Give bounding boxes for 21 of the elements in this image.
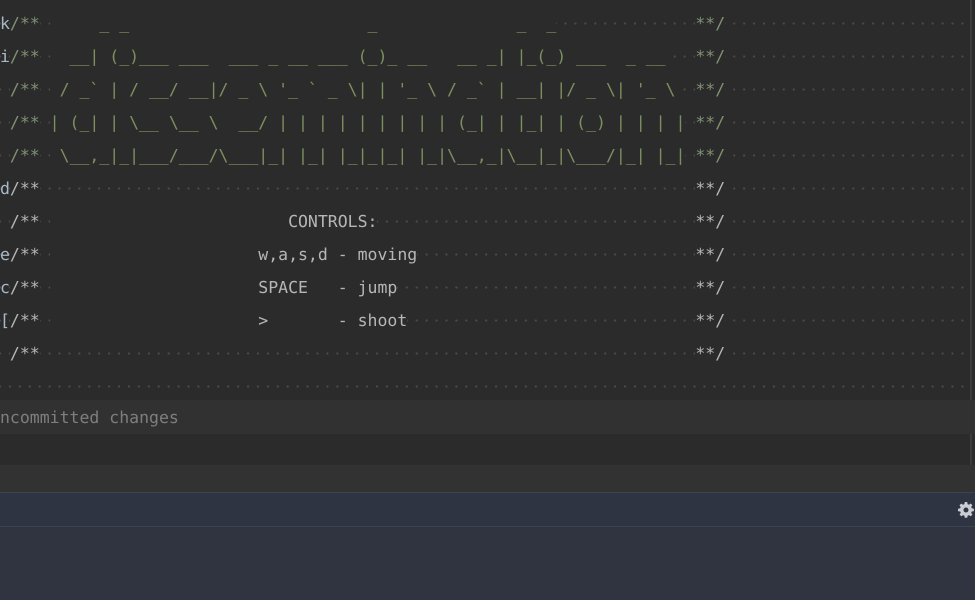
comment-marker: /** (10, 311, 40, 330)
comment-marker: /** (10, 113, 40, 132)
comment-marker: /** (10, 179, 40, 198)
comment-text: SPACE - jump (50, 278, 398, 297)
comment-marker: /** (10, 14, 40, 33)
comment-marker: /** (10, 47, 40, 66)
comment-text: w,a,s,d - moving (50, 245, 418, 264)
code-fragment: e (0, 245, 10, 264)
code-fragment: k (0, 14, 10, 33)
comment-marker: /** (10, 245, 40, 264)
code-fragment: i (0, 47, 10, 66)
settings-icon[interactable] (958, 502, 974, 518)
comment-marker: /** (10, 80, 40, 99)
comment-marker: /** (10, 212, 40, 231)
comment-marker: /** (10, 344, 40, 363)
code-fragment: c (0, 278, 10, 297)
status-text: ncommitted changes (0, 408, 179, 426)
comment-marker: /** (10, 278, 40, 297)
comment-marker: /** (10, 146, 40, 165)
code-fragment: d (0, 179, 10, 198)
code-fragment: [ (0, 311, 10, 330)
